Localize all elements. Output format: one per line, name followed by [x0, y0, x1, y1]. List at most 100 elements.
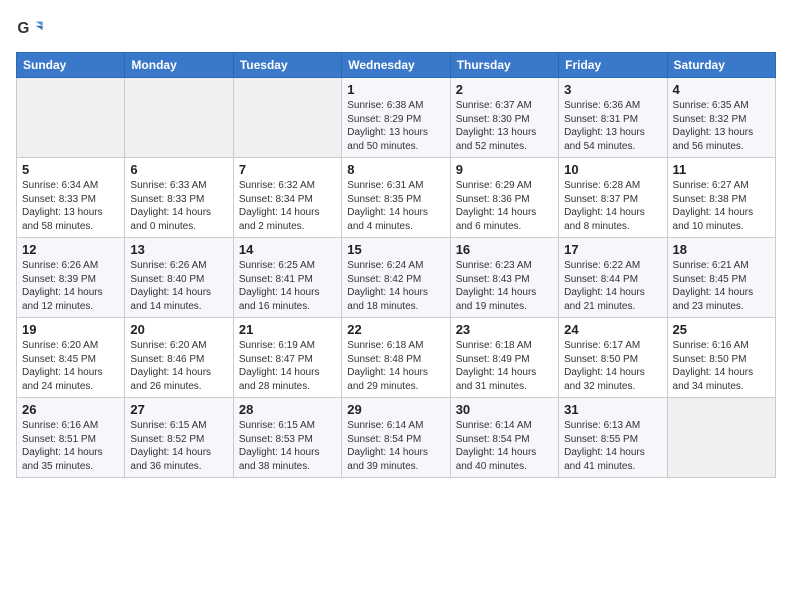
day-number: 6 [130, 162, 227, 177]
day-number: 15 [347, 242, 444, 257]
weekday-header: Saturday [667, 53, 775, 78]
calendar-cell: 13 Sunrise: 6:26 AMSunset: 8:40 PMDayligh… [125, 238, 233, 318]
day-number: 21 [239, 322, 336, 337]
weekday-header: Wednesday [342, 53, 450, 78]
day-info: Sunrise: 6:33 AMSunset: 8:33 PMDaylight:… [130, 179, 227, 233]
day-number: 28 [239, 402, 336, 417]
calendar-cell [125, 78, 233, 158]
day-info: Sunrise: 6:13 AMSunset: 8:55 PMDaylight:… [564, 419, 661, 473]
day-number: 23 [456, 322, 553, 337]
page-header: G [16, 16, 776, 44]
calendar-cell: 28 Sunrise: 6:15 AMSunset: 8:53 PMDayligh… [233, 398, 341, 478]
day-info: Sunrise: 6:35 AMSunset: 8:32 PMDaylight:… [673, 99, 770, 153]
calendar-cell: 27Sunrise: 6:15 AMSunset: 8:52 PMDayligh… [125, 398, 233, 478]
calendar-cell: 2Sunrise: 6:37 AMSunset: 8:30 PMDaylight… [450, 78, 558, 158]
calendar-week-row: 12 Sunrise: 6:26 AMSunset: 8:39 PMDayligh… [17, 238, 776, 318]
calendar-cell: 3 Sunrise: 6:36 AMSunset: 8:31 PMDaylight… [559, 78, 667, 158]
day-number: 1 [347, 82, 444, 97]
day-info: Sunrise: 6:36 AMSunset: 8:31 PMDaylight:… [564, 99, 661, 153]
day-number: 30 [456, 402, 553, 417]
day-info: Sunrise: 6:20 AMSunset: 8:45 PMDaylight:… [22, 339, 119, 393]
calendar-cell: 26Sunrise: 6:16 AMSunset: 8:51 PMDayligh… [17, 398, 125, 478]
calendar-week-row: 5Sunrise: 6:34 AMSunset: 8:33 PMDaylight… [17, 158, 776, 238]
day-info: Sunrise: 6:22 AMSunset: 8:44 PMDaylight:… [564, 259, 661, 313]
calendar-week-row: 1 Sunrise: 6:38 AMSunset: 8:29 PMDaylight… [17, 78, 776, 158]
weekday-header: Tuesday [233, 53, 341, 78]
day-number: 3 [564, 82, 661, 97]
calendar-cell: 21 Sunrise: 6:19 AMSunset: 8:47 PMDayligh… [233, 318, 341, 398]
day-info: Sunrise: 6:26 AMSunset: 8:39 PMDaylight:… [22, 259, 119, 313]
day-info: Sunrise: 6:25 AMSunset: 8:41 PMDaylight:… [239, 259, 336, 313]
day-number: 19 [22, 322, 119, 337]
day-info: Sunrise: 6:20 AMSunset: 8:46 PMDaylight:… [130, 339, 227, 393]
calendar-cell: 24 Sunrise: 6:17 AMSunset: 8:50 PMDayligh… [559, 318, 667, 398]
calendar-cell: 12 Sunrise: 6:26 AMSunset: 8:39 PMDayligh… [17, 238, 125, 318]
day-info: Sunrise: 6:19 AMSunset: 8:47 PMDaylight:… [239, 339, 336, 393]
calendar-cell [667, 398, 775, 478]
calendar-cell: 6 Sunrise: 6:33 AMSunset: 8:33 PMDaylight… [125, 158, 233, 238]
day-number: 24 [564, 322, 661, 337]
calendar-cell: 20 Sunrise: 6:20 AMSunset: 8:46 PMDayligh… [125, 318, 233, 398]
logo-icon: G [16, 16, 44, 44]
calendar-cell: 16 Sunrise: 6:23 AMSunset: 8:43 PMDayligh… [450, 238, 558, 318]
calendar-cell: 7 Sunrise: 6:32 AMSunset: 8:34 PMDaylight… [233, 158, 341, 238]
day-number: 8 [347, 162, 444, 177]
calendar-cell: 4 Sunrise: 6:35 AMSunset: 8:32 PMDaylight… [667, 78, 775, 158]
day-info: Sunrise: 6:23 AMSunset: 8:43 PMDaylight:… [456, 259, 553, 313]
day-number: 25 [673, 322, 770, 337]
calendar-cell: 15 Sunrise: 6:24 AMSunset: 8:42 PMDayligh… [342, 238, 450, 318]
day-info: Sunrise: 6:32 AMSunset: 8:34 PMDaylight:… [239, 179, 336, 233]
day-info: Sunrise: 6:15 AMSunset: 8:53 PMDaylight:… [239, 419, 336, 473]
calendar-cell: 5Sunrise: 6:34 AMSunset: 8:33 PMDaylight… [17, 158, 125, 238]
day-number: 18 [673, 242, 770, 257]
calendar-cell: 30Sunrise: 6:14 AMSunset: 8:54 PMDayligh… [450, 398, 558, 478]
calendar-cell: 18 Sunrise: 6:21 AMSunset: 8:45 PMDayligh… [667, 238, 775, 318]
calendar-cell: 10Sunrise: 6:28 AMSunset: 8:37 PMDayligh… [559, 158, 667, 238]
calendar-cell: 11Sunrise: 6:27 AMSunset: 8:38 PMDayligh… [667, 158, 775, 238]
day-info: Sunrise: 6:34 AMSunset: 8:33 PMDaylight:… [22, 179, 119, 233]
day-number: 12 [22, 242, 119, 257]
day-number: 16 [456, 242, 553, 257]
day-number: 7 [239, 162, 336, 177]
calendar-week-row: 26Sunrise: 6:16 AMSunset: 8:51 PMDayligh… [17, 398, 776, 478]
calendar-cell: 25 Sunrise: 6:16 AMSunset: 8:50 PMDayligh… [667, 318, 775, 398]
day-info: Sunrise: 6:26 AMSunset: 8:40 PMDaylight:… [130, 259, 227, 313]
calendar-cell: 29Sunrise: 6:14 AMSunset: 8:54 PMDayligh… [342, 398, 450, 478]
day-info: Sunrise: 6:17 AMSunset: 8:50 PMDaylight:… [564, 339, 661, 393]
calendar-cell: 14 Sunrise: 6:25 AMSunset: 8:41 PMDayligh… [233, 238, 341, 318]
calendar-table: SundayMondayTuesdayWednesdayThursdayFrid… [16, 52, 776, 478]
calendar-cell [17, 78, 125, 158]
day-info: Sunrise: 6:29 AMSunset: 8:36 PMDaylight:… [456, 179, 553, 233]
day-info: Sunrise: 6:24 AMSunset: 8:42 PMDaylight:… [347, 259, 444, 313]
day-info: Sunrise: 6:16 AMSunset: 8:50 PMDaylight:… [673, 339, 770, 393]
calendar-header-row: SundayMondayTuesdayWednesdayThursdayFrid… [17, 53, 776, 78]
day-info: Sunrise: 6:14 AMSunset: 8:54 PMDaylight:… [347, 419, 444, 473]
day-number: 10 [564, 162, 661, 177]
weekday-header: Friday [559, 53, 667, 78]
day-number: 20 [130, 322, 227, 337]
day-info: Sunrise: 6:38 AMSunset: 8:29 PMDaylight:… [347, 99, 444, 153]
svg-text:G: G [17, 20, 29, 37]
day-info: Sunrise: 6:18 AMSunset: 8:48 PMDaylight:… [347, 339, 444, 393]
day-number: 14 [239, 242, 336, 257]
day-number: 26 [22, 402, 119, 417]
day-number: 31 [564, 402, 661, 417]
day-number: 4 [673, 82, 770, 97]
calendar-cell: 23 Sunrise: 6:18 AMSunset: 8:49 PMDayligh… [450, 318, 558, 398]
weekday-header: Thursday [450, 53, 558, 78]
calendar-cell: 31 Sunrise: 6:13 AMSunset: 8:55 PMDayligh… [559, 398, 667, 478]
weekday-header: Sunday [17, 53, 125, 78]
calendar-cell [233, 78, 341, 158]
calendar-cell: 19 Sunrise: 6:20 AMSunset: 8:45 PMDayligh… [17, 318, 125, 398]
day-number: 22 [347, 322, 444, 337]
day-number: 27 [130, 402, 227, 417]
calendar-cell: 17 Sunrise: 6:22 AMSunset: 8:44 PMDayligh… [559, 238, 667, 318]
day-number: 2 [456, 82, 553, 97]
day-number: 17 [564, 242, 661, 257]
day-number: 13 [130, 242, 227, 257]
day-info: Sunrise: 6:21 AMSunset: 8:45 PMDaylight:… [673, 259, 770, 313]
calendar-cell: 9Sunrise: 6:29 AMSunset: 8:36 PMDaylight… [450, 158, 558, 238]
calendar-cell: 8Sunrise: 6:31 AMSunset: 8:35 PMDaylight… [342, 158, 450, 238]
day-number: 11 [673, 162, 770, 177]
day-info: Sunrise: 6:18 AMSunset: 8:49 PMDaylight:… [456, 339, 553, 393]
